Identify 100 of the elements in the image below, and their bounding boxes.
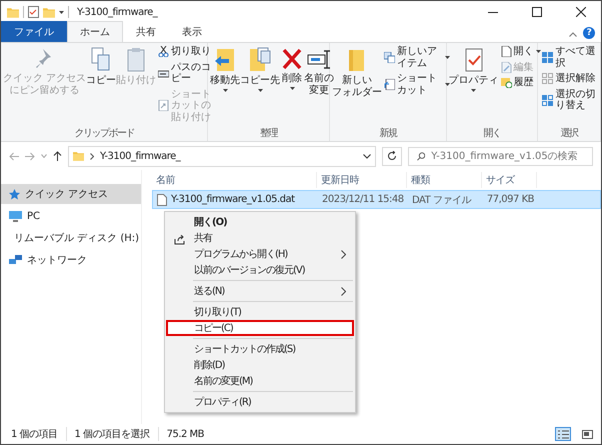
ribbon-button[interactable]: ショートカット <box>382 72 450 97</box>
view-button[interactable] <box>555 427 571 441</box>
window-title: Y-3100_firmware_ <box>77 6 159 18</box>
scissors-icon <box>158 46 170 58</box>
ribbon-tab[interactable]: 共有 <box>123 21 169 42</box>
properties-icon[interactable] <box>28 6 39 18</box>
history-icon <box>500 77 512 88</box>
select-all-icon <box>542 52 554 63</box>
share-icon <box>174 235 185 245</box>
invert-selection-icon <box>542 94 554 106</box>
column-header[interactable]: 種類 <box>407 172 482 188</box>
network-icon <box>9 254 22 266</box>
menu-item[interactable]: コピー(C) <box>166 320 354 336</box>
group-label: 選択 <box>560 127 580 140</box>
ribbon-button[interactable]: 選択解除 <box>540 72 601 86</box>
group-label: クリップボード <box>73 126 135 140</box>
sidebar-item[interactable]: ネットワーク <box>1 250 141 270</box>
shortcut-icon <box>384 79 396 90</box>
ribbon-tab[interactable]: ホーム <box>67 21 123 42</box>
chevron-icon <box>341 250 346 258</box>
ribbon-button[interactable]: 選択の切り替え <box>540 88 601 112</box>
search-field[interactable]: Y-3100_firmware_v1.05の検索 <box>408 146 593 166</box>
caret-icon <box>59 10 64 14</box>
select-none-icon <box>542 73 554 84</box>
ribbon-button[interactable]: 新しいアイテム <box>382 45 450 70</box>
properties-icon <box>464 47 484 73</box>
refresh-button[interactable] <box>382 146 402 166</box>
refresh-icon <box>387 151 397 161</box>
file-row[interactable]: Y-3100_firmware_v1.05.dat 2023/12/11 15:48 DAT ファイル 77,097 KB <box>152 190 601 209</box>
folder-icon <box>7 6 19 18</box>
menu-item[interactable]: 切り取り(T) <box>166 304 354 320</box>
ribbon-button[interactable]: 削除 <box>280 45 304 124</box>
help-button[interactable]: ? <box>583 27 595 39</box>
status-text: 75.2 MB <box>166 428 204 440</box>
menu-item[interactable]: 以前のバージョンの復元(V) <box>166 262 354 278</box>
menu-item[interactable]: 開く(O) <box>166 214 354 230</box>
edit-icon <box>500 62 512 73</box>
column-header[interactable]: サイズ <box>482 172 537 188</box>
caret-icon <box>471 88 476 92</box>
group-label: 整理 <box>259 127 279 140</box>
ribbon-button[interactable]: 履歴 <box>498 76 541 90</box>
move-folder-icon <box>214 47 236 73</box>
monitor-icon <box>9 210 22 222</box>
sidebar-item[interactable]: クイック アクセス <box>1 184 141 204</box>
table-cell-text: 2023/12/11 15:48 <box>321 194 405 205</box>
copy-folder-icon <box>249 47 272 73</box>
details-view-icon <box>558 430 568 438</box>
new-folder-icon <box>43 6 55 18</box>
menu-item[interactable]: 削除(D) <box>166 357 354 373</box>
menu-item[interactable]: 送る(N) <box>166 283 354 299</box>
table-cell: Y-3100_firmware_v1.05.dat <box>153 194 318 206</box>
shortcut-paste-icon <box>158 100 170 112</box>
chevron-icon <box>90 152 94 160</box>
up-icon[interactable] <box>53 151 62 161</box>
clipboard-icon <box>126 47 146 73</box>
caret-icon <box>258 88 263 92</box>
copy-icon <box>91 47 112 73</box>
menu-item[interactable]: プロパティ(R) <box>166 394 354 410</box>
close-icon <box>576 7 586 17</box>
status-text: 1 個の項目を選択 <box>74 427 159 441</box>
collapse-icon[interactable] <box>569 32 577 37</box>
ribbon-button[interactable]: コピー <box>86 45 116 124</box>
group-label: 新規 <box>378 126 398 140</box>
status-text: 1 個の項目 <box>11 427 67 441</box>
large-icons-view-icon <box>582 430 592 438</box>
table-cell-text: 77,097 KB <box>486 194 535 205</box>
column-header[interactable]: 名前 <box>152 172 317 188</box>
folder-icon <box>73 151 84 161</box>
ribbon-button[interactable]: 名前の 変更 <box>304 45 334 124</box>
caret-icon <box>290 86 295 90</box>
dropdown-icon[interactable] <box>363 154 371 158</box>
view-button[interactable] <box>579 427 595 441</box>
menu-item[interactable]: 名前の変更(M) <box>166 373 354 389</box>
menu-item[interactable]: 共有 <box>166 230 354 246</box>
star-icon <box>9 188 20 200</box>
column-header[interactable]: 更新日時 <box>317 172 407 188</box>
file-icon <box>157 194 167 206</box>
ribbon-button[interactable]: コピー先 <box>240 45 280 124</box>
caret-icon <box>222 88 228 92</box>
ribbon-button[interactable]: プロパティ <box>448 45 499 124</box>
menu-item[interactable]: プログラムから開く(H) <box>166 246 354 262</box>
group-label: 開く <box>482 127 502 140</box>
caret-icon <box>445 56 450 59</box>
table-cell-text: DAT ファイル <box>411 194 472 206</box>
chevron-icon <box>341 286 346 296</box>
ribbon-tab[interactable]: 表示 <box>169 21 215 42</box>
file-tab[interactable]: ファイル <box>1 21 67 42</box>
new-item-icon <box>384 52 396 63</box>
sidebar-item[interactable]: PC <box>1 206 141 226</box>
sidebar-item[interactable]: リムーバブル ディスク (H:) <box>1 228 141 248</box>
ribbon-button[interactable]: 開く <box>498 45 541 58</box>
menu-item[interactable]: ショートカットの作成(S) <box>166 341 354 357</box>
maximize-icon <box>532 7 542 17</box>
ribbon-button[interactable]: 新しい フォルダー <box>332 45 382 124</box>
ribbon-button[interactable]: すべて選択 <box>540 45 601 70</box>
address-bar[interactable]: Y-3100_firmware_ <box>68 146 376 166</box>
document-icon <box>500 46 512 58</box>
path-copy-icon <box>158 68 170 78</box>
caret-icon <box>536 50 541 54</box>
delete-icon <box>281 47 304 71</box>
